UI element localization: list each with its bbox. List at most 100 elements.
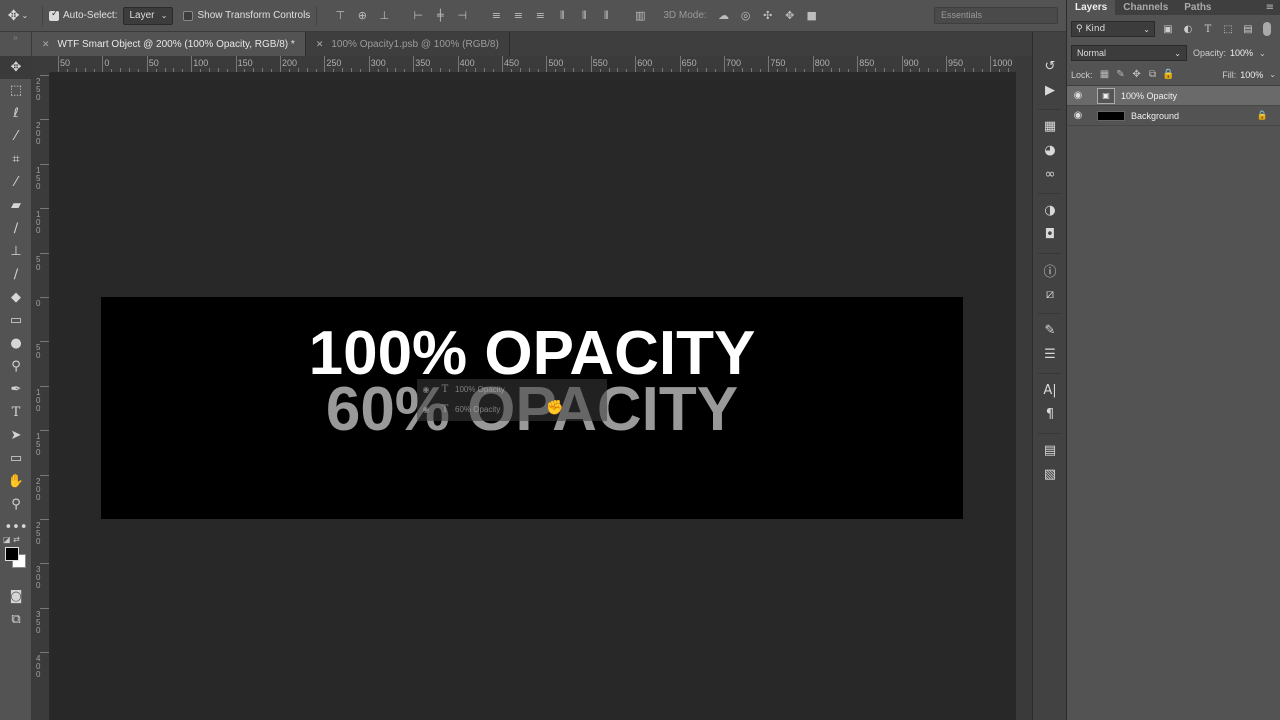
type-layer-filter-icon[interactable]: T (1201, 24, 1215, 35)
distribute-left-icon[interactable]: ⦀ (553, 7, 571, 25)
vertical-scrollbar[interactable] (1016, 56, 1032, 720)
paragraph-panel-button[interactable]: ¶ (1033, 402, 1067, 426)
lock-all-icon[interactable]: 🔒 (1161, 69, 1177, 80)
lock-artboard-icon[interactable]: ⧉ (1145, 69, 1161, 80)
align-vertical-center-icon[interactable]: ⊕ (353, 7, 371, 25)
hand-tool[interactable]: ✋ (0, 470, 32, 493)
quick-mask-button[interactable]: ◙ (0, 585, 32, 608)
ruler-origin[interactable] (32, 56, 50, 73)
canvas-area[interactable]: 100% OPACITY 60% OPACITY ◉ T 100% Opacit… (50, 73, 1016, 720)
horizontal-ruler[interactable]: 50 0 50 100 150 200 250 300 350 400 450 500 550 600 65… (50, 56, 1016, 73)
marquee-tool[interactable]: ⬚ (0, 79, 32, 102)
tab-layers[interactable]: Layers (1067, 0, 1116, 15)
eyedropper-tool[interactable]: ⁄ (0, 171, 32, 194)
distribute-vertical-center-icon[interactable]: ≡ (509, 7, 527, 25)
crop-tool[interactable]: ⌗ (0, 148, 32, 171)
align-top-icon[interactable]: ⊤ (331, 7, 349, 25)
glyphs-panel-button[interactable]: ▤ (1033, 438, 1067, 462)
smart-object-filter-icon[interactable]: ▤ (1241, 24, 1255, 35)
align-bottom-icon[interactable]: ⊥ (375, 7, 393, 25)
adjustments-panel-button[interactable]: ◑ (1033, 198, 1067, 222)
screen-mode-button[interactable]: ⧉ (0, 608, 32, 631)
brush-settings-button[interactable]: ☰ (1033, 342, 1067, 366)
document-tab[interactable]: ✕ 100% Opacity1.psb @ 100% (RGB/8) (306, 32, 510, 56)
default-colors-icon[interactable]: ◪ ⇄ (3, 535, 20, 544)
roll-3d-icon[interactable]: ◎ (737, 7, 755, 25)
lock-image-pixels-icon[interactable]: ✎ (1113, 69, 1129, 80)
align-right-icon[interactable]: ⊣ (453, 7, 471, 25)
eye-icon[interactable]: ◉ (1067, 110, 1089, 121)
libraries-panel-button[interactable]: ∞ (1033, 162, 1067, 186)
zoom-tool[interactable]: ⚲ (0, 493, 32, 516)
notes-panel-button[interactable]: ▧ (1033, 462, 1067, 486)
color-panel-button[interactable]: ◕ (1033, 138, 1067, 162)
drag-3d-icon[interactable]: ✣ (759, 7, 777, 25)
healing-brush-tool[interactable]: ▰ (0, 194, 32, 217)
chevron-down-icon[interactable]: ⌄ (1269, 70, 1276, 79)
lock-position-icon[interactable]: ✥ (1129, 69, 1145, 80)
transform-controls-checkbox[interactable] (183, 10, 194, 21)
blur-tool[interactable]: ● (0, 332, 32, 355)
close-icon[interactable]: ✕ (42, 39, 50, 50)
lasso-tool[interactable]: ℓ (0, 102, 32, 125)
close-icon[interactable]: ✕ (316, 39, 324, 50)
brush-tool[interactable]: ∕ (0, 217, 32, 240)
auto-select-checkbox[interactable] (49, 9, 59, 21)
workspace-switcher[interactable]: Essentials (934, 7, 1058, 24)
pen-tool[interactable]: ✒ (0, 378, 32, 401)
gradient-tool[interactable]: ▭ (0, 309, 32, 332)
swatches-panel-button[interactable]: ▦ (1033, 114, 1067, 138)
info-panel-button[interactable]: ⓘ (1033, 258, 1067, 282)
quick-selection-tool[interactable]: ⁄ (0, 125, 32, 148)
auto-select-target-value: Layer (129, 10, 155, 21)
layer-row[interactable]: ◉ Background 🔒 (1067, 106, 1280, 126)
clone-stamp-tool[interactable]: ⊥ (0, 240, 32, 263)
chevron-down-icon[interactable]: ⌄ (1259, 49, 1266, 58)
filter-toggle[interactable] (1263, 22, 1271, 36)
panel-menu-icon[interactable]: ≡ (1266, 0, 1280, 15)
shape-layer-filter-icon[interactable]: ⬚ (1221, 24, 1235, 35)
history-panel-button[interactable]: ↺ (1033, 54, 1067, 78)
pixel-layer-filter-icon[interactable]: ▣ (1161, 24, 1175, 35)
type-tool[interactable]: T (0, 401, 32, 424)
distribute-right-icon[interactable]: ⦀ (597, 7, 615, 25)
history-brush-tool[interactable]: ∕ (0, 263, 32, 286)
eraser-tool[interactable]: ◆ (0, 286, 32, 309)
vertical-ruler[interactable]: 250 200 150 100 50 0 50 100 150 200 250 300 350 400 (32, 73, 50, 720)
align-left-icon[interactable]: ⊢ (409, 7, 427, 25)
character-panel-button[interactable]: A| (1033, 378, 1067, 402)
foreground-color-swatch[interactable] (5, 547, 19, 561)
move-tool[interactable]: ✥ (0, 56, 32, 79)
dodge-tool[interactable]: ⚲ (0, 355, 32, 378)
auto-align-icon[interactable]: ▥ (631, 7, 649, 25)
distribute-top-icon[interactable]: ≡ (487, 7, 505, 25)
slide-3d-icon[interactable]: ✥ (781, 7, 799, 25)
align-horizontal-center-icon[interactable]: ╪ (431, 7, 449, 25)
ruler-minor-tick (937, 69, 939, 72)
properties-panel-button[interactable]: ⧄ (1033, 282, 1067, 306)
document-canvas[interactable]: 100% OPACITY 60% OPACITY ◉ T 100% Opacit… (101, 297, 963, 519)
fill-input[interactable]: 100% (1240, 70, 1263, 80)
actions-panel-button[interactable]: ▶ (1033, 78, 1067, 102)
orbit-3d-icon[interactable]: ☁ (715, 7, 733, 25)
filter-kind-dropdown[interactable]: ⚲ Kind ⌄ (1071, 21, 1155, 37)
brushes-panel-button[interactable]: ✎ (1033, 318, 1067, 342)
video-camera-icon[interactable]: ■ (803, 7, 821, 25)
shape-tool[interactable]: ▭ (0, 447, 32, 470)
auto-select-target-dropdown[interactable]: Layer ⌄ (123, 6, 174, 25)
styles-panel-button[interactable]: ◘ (1033, 222, 1067, 246)
document-tab[interactable]: ✕ WTF Smart Object @ 200% (100% Opacity,… (32, 32, 306, 56)
lock-transparent-pixels-icon[interactable]: ▦ (1097, 69, 1113, 80)
eye-icon[interactable]: ◉ (1067, 90, 1089, 101)
tab-paths[interactable]: Paths (1176, 0, 1219, 15)
panel-grip[interactable]: » (0, 32, 31, 56)
blend-mode-dropdown[interactable]: Normal ⌄ (1071, 45, 1187, 61)
adjustment-layer-filter-icon[interactable]: ◐ (1181, 24, 1195, 35)
distribute-bottom-icon[interactable]: ≡ (531, 7, 549, 25)
move-tool-preset-picker[interactable]: ✥ ⌄ (0, 0, 36, 32)
path-selection-tool[interactable]: ➤ (0, 424, 32, 447)
layer-row[interactable]: ◉ ▣ 100% Opacity (1067, 86, 1280, 106)
tab-channels[interactable]: Channels (1115, 0, 1176, 15)
opacity-input[interactable]: 100% (1230, 48, 1253, 58)
distribute-horizontal-center-icon[interactable]: ⦀ (575, 7, 593, 25)
